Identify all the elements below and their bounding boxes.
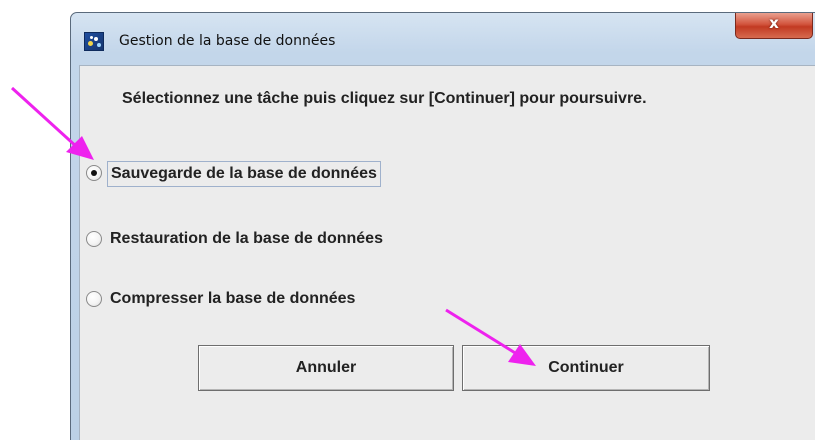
screenshot-stage: Gestion de la base de données x Sélectio…: [0, 0, 815, 440]
close-icon: x: [769, 14, 779, 32]
radio-selected-dot: [91, 170, 97, 176]
close-button[interactable]: x: [735, 13, 813, 39]
option-restore-label[interactable]: Restauration de la base de données: [107, 227, 386, 251]
radio-compress[interactable]: [86, 291, 102, 307]
dialog-client-area: Sélectionnez une tâche puis cliquez sur …: [79, 65, 815, 440]
title-bar[interactable]: Gestion de la base de données x: [71, 13, 815, 65]
radio-restore[interactable]: [86, 231, 102, 247]
dialog-window: Gestion de la base de données x Sélectio…: [70, 12, 815, 440]
option-backup-label[interactable]: Sauvegarde de la base de données: [107, 161, 381, 187]
continue-button[interactable]: Continuer: [462, 345, 710, 391]
cancel-button[interactable]: Annuler: [198, 345, 454, 391]
window-title: Gestion de la base de données: [119, 33, 336, 49]
instruction-text: Sélectionnez une tâche puis cliquez sur …: [122, 90, 647, 107]
option-compress-label[interactable]: Compresser la base de données: [107, 287, 358, 311]
app-database-icon: [84, 32, 104, 51]
radio-backup[interactable]: [86, 165, 102, 181]
